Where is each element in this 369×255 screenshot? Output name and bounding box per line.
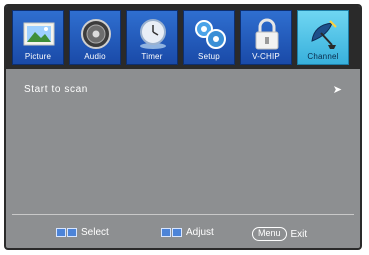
padlock-icon — [255, 18, 279, 50]
tab-channel[interactable]: Channel — [297, 10, 349, 65]
exit-hint: Menu Exit — [252, 227, 307, 241]
tab-label: Setup — [198, 52, 220, 61]
start-to-scan-item[interactable]: Start to scan ➤ — [24, 84, 342, 100]
clock-icon — [140, 19, 166, 49]
footer-divider — [12, 214, 354, 215]
adjust-label: Adjust — [186, 227, 214, 238]
gears-icon — [195, 20, 226, 49]
satellite-dish-icon — [311, 20, 337, 49]
select-hint: Select — [56, 227, 109, 238]
select-label: Select — [81, 227, 109, 238]
osd-menu-frame: Picture Audio Timer Setup V-CHIP Channel… — [4, 4, 362, 250]
exit-label: Exit — [290, 228, 308, 240]
arrow-right-icon: ➤ — [332, 84, 342, 96]
adjust-hint: Adjust — [161, 227, 214, 238]
menu-item-label: Start to scan — [24, 84, 88, 95]
tab-setup[interactable]: Setup — [183, 10, 235, 65]
tab-label: Timer — [141, 52, 163, 61]
tab-label: Channel — [307, 52, 339, 61]
footer-hints: Select Adjust Menu Exit — [6, 222, 360, 248]
tab-v-chip[interactable]: V-CHIP — [240, 10, 292, 65]
speaker-icon — [81, 19, 111, 49]
tab-label: V-CHIP — [252, 52, 280, 61]
tab-picture[interactable]: Picture — [12, 10, 64, 65]
menu-key-icon: Menu — [252, 227, 287, 241]
up-down-buttons-icon — [56, 228, 77, 237]
tab-label: Audio — [84, 52, 106, 61]
tab-audio[interactable]: Audio — [69, 10, 121, 65]
tab-timer[interactable]: Timer — [126, 10, 178, 65]
left-right-buttons-icon — [161, 228, 182, 237]
tab-label: Picture — [24, 52, 52, 61]
menu-tab-bar: Picture Audio Timer Setup V-CHIP Channel — [6, 6, 360, 69]
picture-icon — [23, 22, 55, 46]
